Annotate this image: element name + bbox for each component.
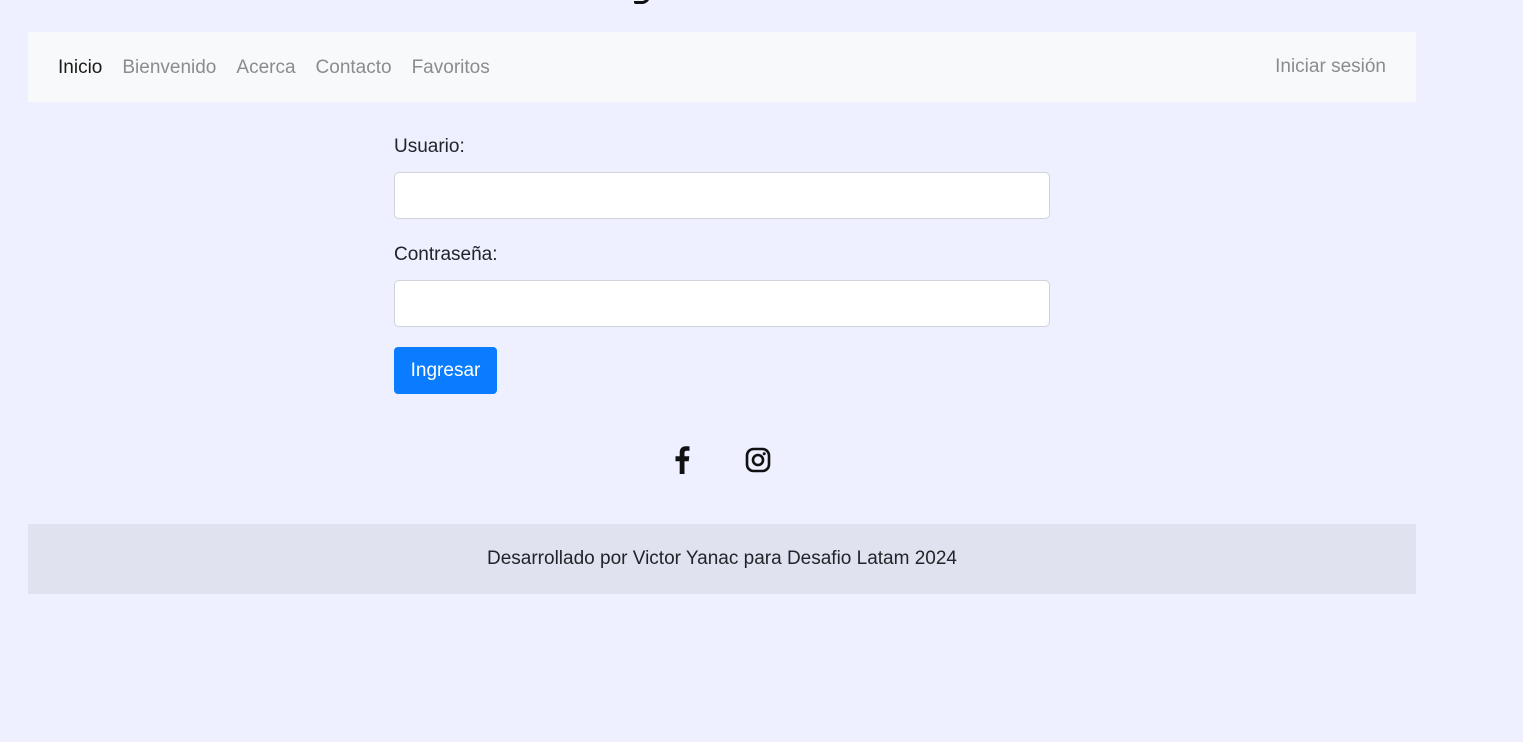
header-logo-fragment <box>634 0 650 4</box>
username-label: Usuario: <box>394 136 465 157</box>
social-links <box>0 444 1523 476</box>
submit-button[interactable]: Ingresar <box>394 347 497 394</box>
username-group: Usuario: <box>394 132 1050 219</box>
navbar: Inicio Bienvenido Acerca Contacto Favori… <box>28 32 1416 102</box>
login-link[interactable]: Iniciar sesión <box>1275 56 1386 77</box>
nav-right: Iniciar sesión <box>1275 57 1386 77</box>
footer: Desarrollado por Victor Yanac para Desaf… <box>28 524 1416 594</box>
nav-item-contacto[interactable]: Contacto <box>316 58 392 77</box>
instagram-icon <box>745 447 771 473</box>
footer-credit: Desarrollado por Victor Yanac para Desaf… <box>487 548 957 569</box>
password-input[interactable] <box>394 280 1050 327</box>
nav-links: Inicio Bienvenido Acerca Contacto Favori… <box>58 58 510 77</box>
nav-item-bienvenido[interactable]: Bienvenido <box>122 58 216 77</box>
password-group: Contraseña: <box>394 240 1050 327</box>
username-input[interactable] <box>394 172 1050 219</box>
facebook-link[interactable] <box>666 444 698 476</box>
facebook-icon <box>675 446 690 474</box>
instagram-link[interactable] <box>742 444 774 476</box>
nav-item-inicio[interactable]: Inicio <box>58 58 102 77</box>
nav-item-favoritos[interactable]: Favoritos <box>412 58 490 77</box>
nav-item-acerca[interactable]: Acerca <box>236 58 295 77</box>
password-label: Contraseña: <box>394 244 498 265</box>
